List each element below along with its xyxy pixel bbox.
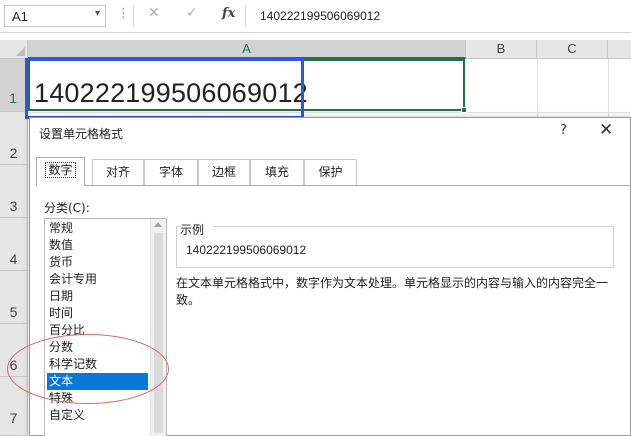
row-header-2[interactable]: 2	[0, 112, 28, 165]
enter-icon[interactable]: ✓	[186, 5, 198, 21]
divider	[133, 5, 134, 27]
list-scrollbar[interactable]	[150, 219, 166, 436]
category-list[interactable]: 常规 数值 货币 会计专用 日期 时间 百分比 分数 科学记数 文本 特殊 自定…	[44, 218, 167, 436]
row-header-5[interactable]: 5	[0, 271, 28, 324]
cancel-icon[interactable]: ✕	[148, 5, 160, 21]
category-label: 分类(C):	[44, 201, 90, 215]
fill-handle[interactable]	[461, 107, 467, 113]
insert-function-icon[interactable]: fx	[222, 6, 235, 21]
formula-input[interactable]: 140222199506069012	[245, 5, 631, 27]
tab-font[interactable]: 字体	[144, 159, 198, 185]
tab-number-label: 数字	[45, 162, 76, 178]
sample-label: 示例	[180, 223, 205, 237]
category-item[interactable]: 时间	[47, 305, 148, 322]
column-header-d[interactable]	[608, 40, 631, 59]
row-header-3[interactable]: 3	[0, 165, 28, 218]
formula-bar: A1 ▾ ⋮ ✕ ✓ fx 140222199506069012	[0, 0, 631, 33]
format-description: 在文本单元格格式中，数字作为文本处理。单元格显示的内容与输入的内容完全一致。	[176, 276, 609, 307]
scroll-up-arrow-icon[interactable]	[154, 222, 162, 227]
tab-number[interactable]: 数字	[36, 157, 85, 186]
category-item[interactable]: 货币	[47, 254, 148, 271]
category-item[interactable]: 自定义	[47, 407, 148, 424]
select-all-corner[interactable]	[0, 40, 28, 59]
category-item[interactable]: 常规	[47, 220, 148, 237]
close-icon[interactable]: ✕	[599, 120, 613, 140]
name-box-value: A1	[12, 9, 28, 24]
sample-value: 140222199506069012	[186, 243, 307, 257]
column-header-c[interactable]: C	[537, 40, 608, 59]
help-icon[interactable]: ?	[560, 123, 567, 138]
tab-fill[interactable]: 填充	[250, 159, 304, 185]
scroll-thumb[interactable]	[154, 233, 163, 433]
tab-border[interactable]: 边框	[198, 159, 250, 185]
tab-alignment[interactable]: 对齐	[92, 159, 144, 185]
row-header-1[interactable]: 1	[0, 59, 28, 112]
tab-protection[interactable]: 保护	[304, 159, 357, 185]
chevron-down-icon[interactable]: ▾	[95, 8, 100, 19]
column-header-b[interactable]: B	[466, 40, 537, 59]
column-header-a[interactable]: A	[28, 40, 466, 59]
formula-content: 140222199506069012	[260, 9, 381, 23]
category-item[interactable]: 会计专用	[47, 271, 148, 288]
highlight-ellipse-annotation	[7, 334, 169, 404]
divider	[36, 185, 631, 186]
row-header-4[interactable]: 4	[0, 218, 28, 271]
name-box[interactable]: A1 ▾	[4, 5, 106, 27]
category-item[interactable]: 数值	[47, 237, 148, 254]
dialog-title: 设置单元格格式	[39, 127, 124, 141]
more-options-icon[interactable]: ⋮	[117, 6, 130, 21]
highlight-annotation	[25, 58, 304, 119]
category-item[interactable]: 日期	[47, 288, 148, 305]
